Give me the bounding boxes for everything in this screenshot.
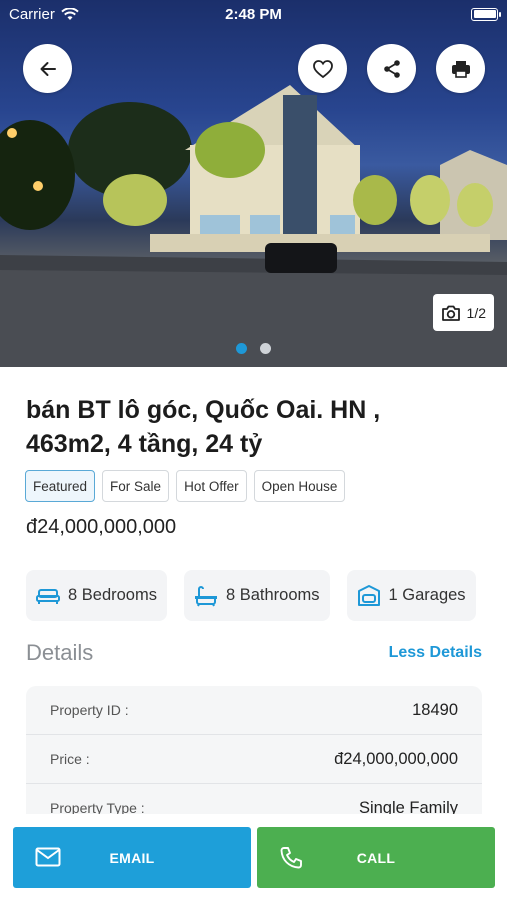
bed-icon — [36, 588, 60, 604]
bathtub-icon — [194, 585, 217, 606]
tag-featured: Featured — [25, 470, 96, 502]
feature-garages: 1 Garages — [346, 570, 476, 621]
property-photo[interactable] — [0, 0, 507, 367]
bottom-action-bar: EMAIL CALL — [0, 814, 507, 900]
camera-icon — [441, 305, 460, 321]
less-details-link[interactable]: Less Details — [389, 644, 482, 662]
battery-icon — [471, 7, 501, 21]
print-button[interactable] — [436, 44, 485, 93]
share-icon — [383, 59, 400, 78]
share-button[interactable] — [367, 44, 416, 93]
tag-for-sale: For Sale — [102, 470, 170, 502]
details-row: Property ID : 18490 — [26, 686, 482, 735]
gallery-pagination — [0, 343, 507, 354]
details-header: Details Less Details — [26, 640, 482, 666]
details-value: 18490 — [412, 700, 458, 719]
details-row: Price : đ24,000,000,000 — [26, 735, 482, 784]
feature-bedrooms: 8 Bedrooms — [26, 570, 167, 621]
garage-icon — [357, 584, 380, 606]
pagination-dot[interactable] — [260, 343, 271, 354]
pagination-dot[interactable] — [236, 343, 247, 354]
status-bar: Carrier 2:48 PM — [0, 0, 507, 28]
listing-title: bán BT lô góc, Quốc Oai. HN , 463m2, 4 t… — [26, 396, 381, 458]
details-heading: Details — [26, 640, 94, 665]
details-key: Property ID : — [50, 702, 129, 718]
call-button[interactable]: CALL — [257, 827, 495, 888]
feature-bathrooms: 8 Bathrooms — [183, 570, 330, 621]
details-value: đ24,000,000,000 — [334, 749, 458, 768]
property-photo-scene — [0, 85, 507, 367]
email-button[interactable]: EMAIL — [13, 827, 251, 888]
carrier-label: Carrier — [9, 5, 55, 23]
favorite-button[interactable] — [298, 44, 347, 93]
arrow-left-icon — [40, 61, 56, 76]
tag-hot-offer: Hot Offer — [176, 470, 247, 502]
mail-icon — [35, 847, 61, 867]
details-key: Price : — [50, 751, 90, 767]
feature-garages-label: 1 Garages — [388, 586, 466, 604]
listing-tags: Featured For Sale Hot Offer Open House — [25, 470, 346, 502]
printer-icon — [451, 60, 470, 78]
listing-price: đ24,000,000,000 — [26, 516, 177, 538]
tag-open-house: Open House — [253, 470, 346, 502]
photo-counter[interactable]: 1/2 — [432, 294, 494, 331]
feature-bathrooms-label: 8 Bathrooms — [225, 586, 320, 604]
heart-icon — [312, 59, 333, 78]
back-button[interactable] — [23, 44, 72, 93]
feature-list: 8 Bedrooms 8 Bathrooms 1 Garages — [26, 570, 476, 621]
wifi-icon — [61, 7, 79, 20]
photo-counter-text: 1/2 — [466, 304, 486, 321]
phone-icon — [280, 847, 302, 869]
feature-bedrooms-label: 8 Bedrooms — [68, 586, 157, 604]
